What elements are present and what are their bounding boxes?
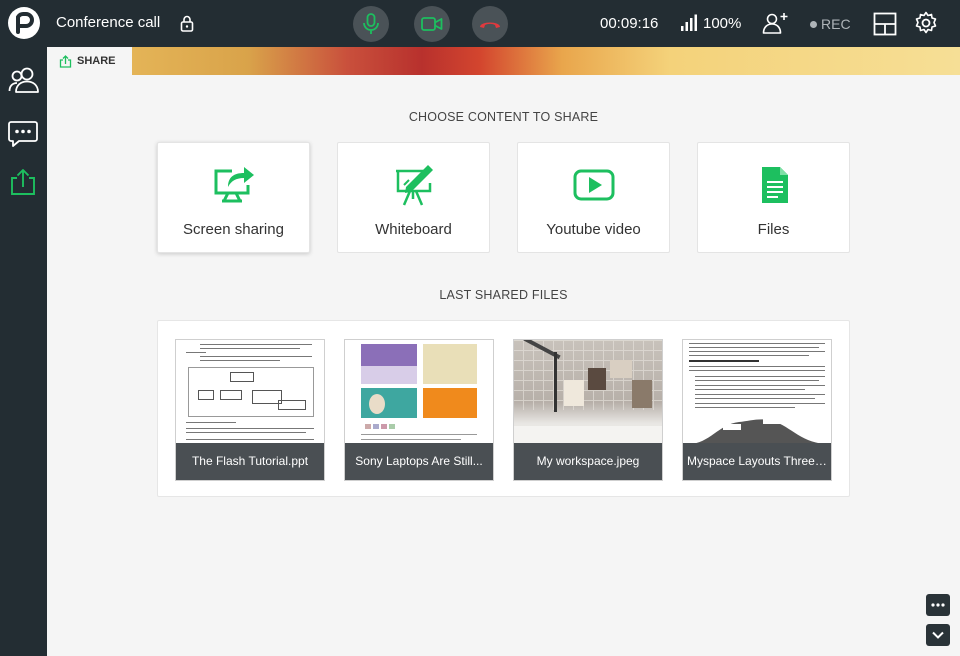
participants-icon	[8, 67, 39, 93]
youtube-video-option[interactable]: Youtube video	[517, 142, 670, 253]
shared-file-item[interactable]: My workspace.jpeg	[513, 339, 663, 481]
ellipsis-icon	[931, 603, 945, 607]
file-name: My workspace.jpeg	[514, 443, 662, 480]
option-label: Screen sharing	[183, 221, 284, 238]
sidebar	[0, 47, 47, 656]
settings-button[interactable]	[914, 11, 938, 40]
connection-quality: 100%	[703, 15, 742, 32]
screen-share-icon	[158, 163, 309, 207]
tab-bar: SHARE	[47, 47, 960, 75]
file-name: Sony Laptops Are Still...	[345, 443, 493, 480]
document-thumbnail	[683, 340, 831, 444]
shared-files-panel: The Flash Tutorial.ppt Sony Laptops Are …	[157, 320, 850, 497]
shared-file-item[interactable]: Myspace Layouts Three I...	[682, 339, 832, 481]
shared-file-item[interactable]: The Flash Tutorial.ppt	[175, 339, 325, 481]
video-preview-strip	[132, 47, 960, 75]
add-user-icon	[762, 13, 788, 34]
layout-icon	[873, 12, 897, 36]
option-label: Files	[757, 221, 790, 238]
image-thumbnail	[514, 340, 662, 444]
youtube-icon	[518, 163, 669, 207]
whiteboard-option[interactable]: Whiteboard	[337, 142, 490, 253]
call-title: Conference call	[56, 14, 161, 31]
lock-icon	[180, 15, 194, 37]
app-logo-icon[interactable]	[8, 7, 40, 39]
camera-button[interactable]	[414, 6, 450, 42]
chat-icon	[8, 121, 38, 147]
record-label: REC	[821, 16, 851, 32]
share-tab-icon	[59, 54, 72, 68]
microphone-button[interactable]	[353, 6, 389, 42]
record-dot-icon	[810, 21, 817, 28]
more-options-button[interactable]	[926, 594, 950, 616]
option-label: Whiteboard	[375, 221, 452, 238]
add-participant-button[interactable]	[761, 11, 789, 40]
microphone-icon	[363, 13, 379, 34]
record-button[interactable]: REC	[810, 16, 851, 32]
option-label: Youtube video	[546, 221, 641, 238]
chat-button[interactable]	[8, 120, 40, 152]
collapse-button[interactable]	[926, 624, 950, 646]
layout-button[interactable]	[873, 12, 897, 41]
gear-icon	[915, 11, 937, 34]
tab-share-label: SHARE	[77, 55, 116, 67]
choose-content-heading: CHOOSE CONTENT TO SHARE	[408, 110, 599, 124]
file-icon	[698, 163, 849, 207]
share-upload-icon	[11, 169, 35, 195]
file-name: Myspace Layouts Three I...	[683, 443, 831, 480]
document-thumbnail	[345, 340, 493, 444]
files-option[interactable]: Files	[697, 142, 850, 253]
screen-sharing-option[interactable]: Screen sharing	[157, 142, 310, 253]
file-name: The Flash Tutorial.ppt	[176, 443, 324, 480]
phone-hangup-icon	[480, 22, 500, 28]
document-thumbnail	[176, 340, 324, 444]
hang-up-button[interactable]	[472, 6, 508, 42]
video-camera-icon	[421, 17, 443, 31]
signal-strength-icon	[680, 14, 698, 37]
top-bar: Conference call 00:09:16 100% REC	[0, 0, 960, 47]
tab-share[interactable]: SHARE	[47, 47, 132, 75]
last-shared-heading: LAST SHARED FILES	[439, 288, 568, 302]
call-timer: 00:09:16	[600, 15, 659, 32]
participants-button[interactable]	[8, 65, 40, 97]
share-button[interactable]	[8, 167, 40, 199]
chevron-down-icon	[932, 631, 944, 639]
shared-file-item[interactable]: Sony Laptops Are Still...	[344, 339, 494, 481]
whiteboard-icon	[338, 163, 489, 207]
